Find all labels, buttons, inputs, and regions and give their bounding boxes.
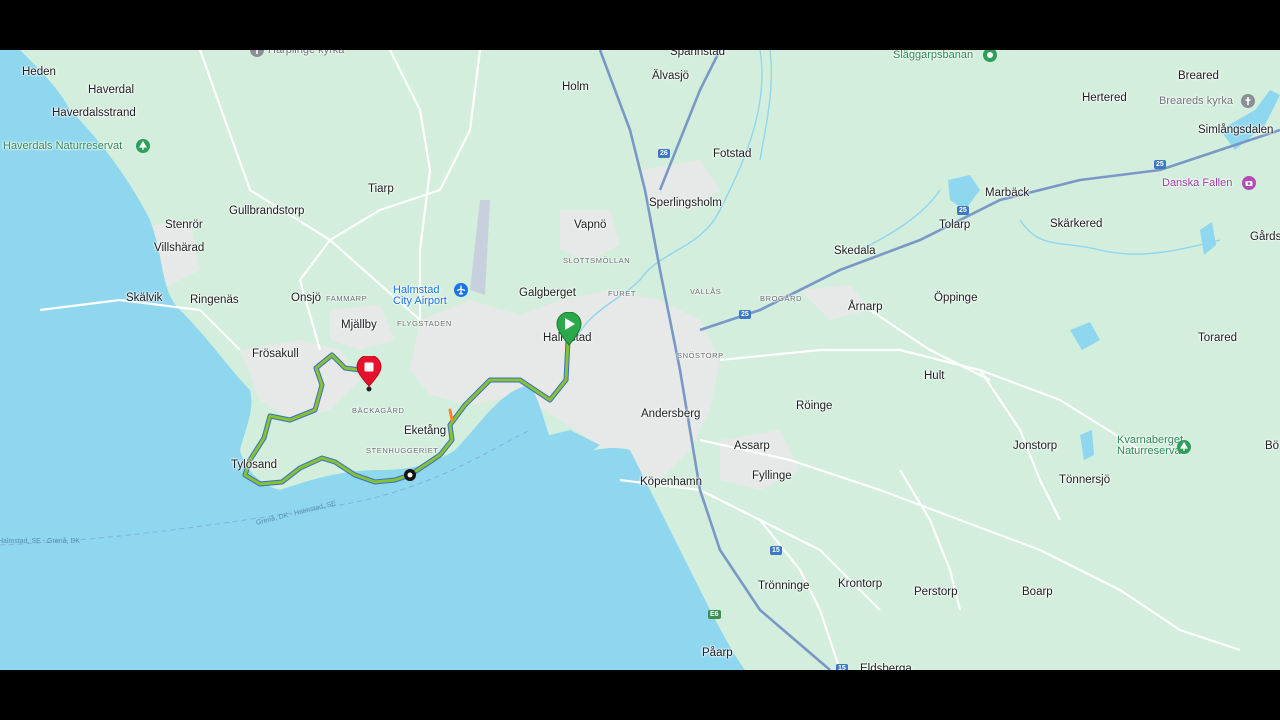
road-shield-r15: 15: [770, 546, 782, 555]
place-label-paarp[interactable]: Påarp: [702, 647, 733, 660]
place-label-oppinge[interactable]: Öppinge: [934, 292, 977, 305]
place-label-spannstad[interactable]: Spannstad: [670, 50, 725, 59]
place-label-fyllinge[interactable]: Fyllinge: [752, 470, 792, 483]
place-label-tronninge[interactable]: Trönninge: [758, 580, 809, 593]
church-icon[interactable]: [1241, 94, 1255, 108]
place-label-sperlingsholm[interactable]: Sperlingsholm: [649, 197, 722, 210]
road-shield-r26a: 26: [658, 149, 670, 158]
place-label-andersberg[interactable]: Andersberg: [641, 408, 700, 421]
place-label-skalvik[interactable]: Skälvik: [126, 292, 162, 305]
place-label-tylosand[interactable]: Tylösand: [231, 459, 277, 472]
district-label-backagard: BÄCKAGÅRD: [352, 406, 405, 415]
district-label-fammarp: FAMMARP: [326, 294, 368, 303]
place-label-hult[interactable]: Hult: [924, 370, 944, 383]
place-label-perstorp[interactable]: Perstorp: [914, 586, 957, 599]
place-label-gullbrandstorp[interactable]: Gullbrandstorp: [229, 205, 304, 218]
road-shield-r25c: 25: [739, 310, 751, 319]
road-shield-r25b: 25: [957, 206, 969, 215]
play-icon: [556, 311, 582, 346]
place-label-tonnersjo[interactable]: Tönnersjö: [1059, 474, 1110, 487]
place-label-gards[interactable]: Gårds: [1250, 231, 1280, 244]
district-label-slottsmollan: SLOTTSMÖLLAN: [563, 256, 631, 265]
tree-icon[interactable]: [1177, 440, 1191, 454]
place-label-roinge[interactable]: Röinge: [796, 400, 832, 413]
place-label-simlangsdalen[interactable]: Simlångsdalen: [1198, 124, 1273, 137]
map-canvas[interactable]: Heden Haverdal Haverdalsstrand Tiarp Gullbra…: [0, 50, 1280, 670]
district-label-furet: FURET: [608, 289, 636, 298]
district-label-brogard: BROGÅRD: [760, 294, 803, 303]
place-label-eketang[interactable]: Eketång: [404, 425, 446, 438]
poi-label-danska-fallen[interactable]: Danska Fallen: [1162, 178, 1232, 189]
district-label-flygstaden: FLYGSTADEN: [397, 319, 452, 328]
place-label-holm[interactable]: Holm: [562, 81, 589, 94]
road-shield-e6: E6: [708, 610, 721, 619]
district-label-snostorp: SNÖSTORP: [677, 351, 724, 360]
letterbox-bottom: [0, 670, 1280, 720]
place-label-fotstad[interactable]: Fotstad: [713, 148, 751, 161]
poi-label-breareds-kyrka[interactable]: Breareds kyrka: [1159, 96, 1233, 107]
place-label-alvasjo[interactable]: Älvasjö: [652, 70, 689, 83]
place-label-bo[interactable]: Bö: [1265, 440, 1279, 453]
place-label-eldsberga[interactable]: Eldsberga: [860, 663, 912, 670]
place-label-assarp[interactable]: Assarp: [734, 440, 770, 453]
place-label-krontorp[interactable]: Krontorp: [838, 578, 882, 591]
airport-runway: [470, 200, 490, 295]
place-label-torared[interactable]: Torared: [1198, 332, 1237, 345]
road-shield-r15b: 15: [836, 664, 848, 670]
poi-label-slaggarp[interactable]: Släggarpsbanan: [893, 50, 973, 61]
district-label-vallas: VALLÅS: [690, 287, 722, 296]
road-shield-r25a: 25: [1154, 160, 1166, 169]
place-label-vapno[interactable]: Vapnö: [574, 219, 606, 232]
start-marker[interactable]: [555, 311, 583, 351]
poi-label-haverdals-nr[interactable]: Haverdals Naturreservat: [3, 141, 122, 152]
place-label-mjallby[interactable]: Mjällby: [341, 319, 377, 332]
tree-icon[interactable]: [136, 139, 150, 153]
end-marker[interactable]: [356, 354, 382, 399]
place-label-galgberget[interactable]: Galgberget: [519, 287, 576, 300]
place-label-heden[interactable]: Heden: [22, 66, 56, 79]
waypoint-marker[interactable]: [403, 468, 417, 487]
place-label-kopenhamn[interactable]: Köpenhamn: [640, 476, 702, 489]
letterbox-top: [0, 0, 1280, 50]
camera-icon[interactable]: [1242, 176, 1256, 190]
place-label-marback[interactable]: Marbäck: [985, 187, 1029, 200]
place-label-skedala[interactable]: Skedala: [834, 245, 876, 258]
place-label-skarkered[interactable]: Skärkered: [1050, 218, 1102, 231]
place-label-haverdalsstrand[interactable]: Haverdalsstrand: [52, 107, 136, 120]
place-label-stenror[interactable]: Stenrör: [165, 219, 203, 232]
place-label-hertered[interactable]: Hertered: [1082, 92, 1127, 105]
place-label-boarp[interactable]: Boarp: [1022, 586, 1053, 599]
place-label-ringenas[interactable]: Ringenäs: [190, 294, 239, 307]
waypoint-dot-icon: [404, 469, 416, 481]
sports-icon[interactable]: [983, 50, 997, 62]
place-label-breared[interactable]: Breared: [1178, 70, 1219, 83]
poi-label-harplinge[interactable]: Harplinge kyrka: [268, 50, 344, 56]
place-label-jonstorp[interactable]: Jonstorp: [1013, 440, 1057, 453]
place-label-haverdal[interactable]: Haverdal: [88, 84, 134, 97]
poi-label-kvarnaberget[interactable]: Kvarnaberget Naturreservat: [1117, 435, 1184, 457]
airplane-icon[interactable]: [454, 283, 468, 297]
poi-label-airport[interactable]: Halmstad City Airport: [393, 285, 447, 307]
place-label-onsjo[interactable]: Onsjö: [291, 292, 321, 305]
place-label-frosakull[interactable]: Frösakull: [252, 348, 299, 361]
map-base: [0, 50, 1280, 670]
stop-icon: [356, 354, 382, 392]
church-icon[interactable]: [250, 50, 264, 57]
place-label-tolarp[interactable]: Tolarp: [939, 219, 970, 232]
ferry-label-ferry2: Halmstad, SE - Grenå, DK: [0, 538, 81, 545]
place-label-tiarp[interactable]: Tiarp: [368, 183, 394, 196]
district-label-stenhuggeriet: STENHUGGERIET: [366, 446, 439, 455]
place-label-villsharad[interactable]: Villshärad: [154, 242, 204, 255]
place-label-arnarp[interactable]: Årnarp: [848, 301, 883, 314]
